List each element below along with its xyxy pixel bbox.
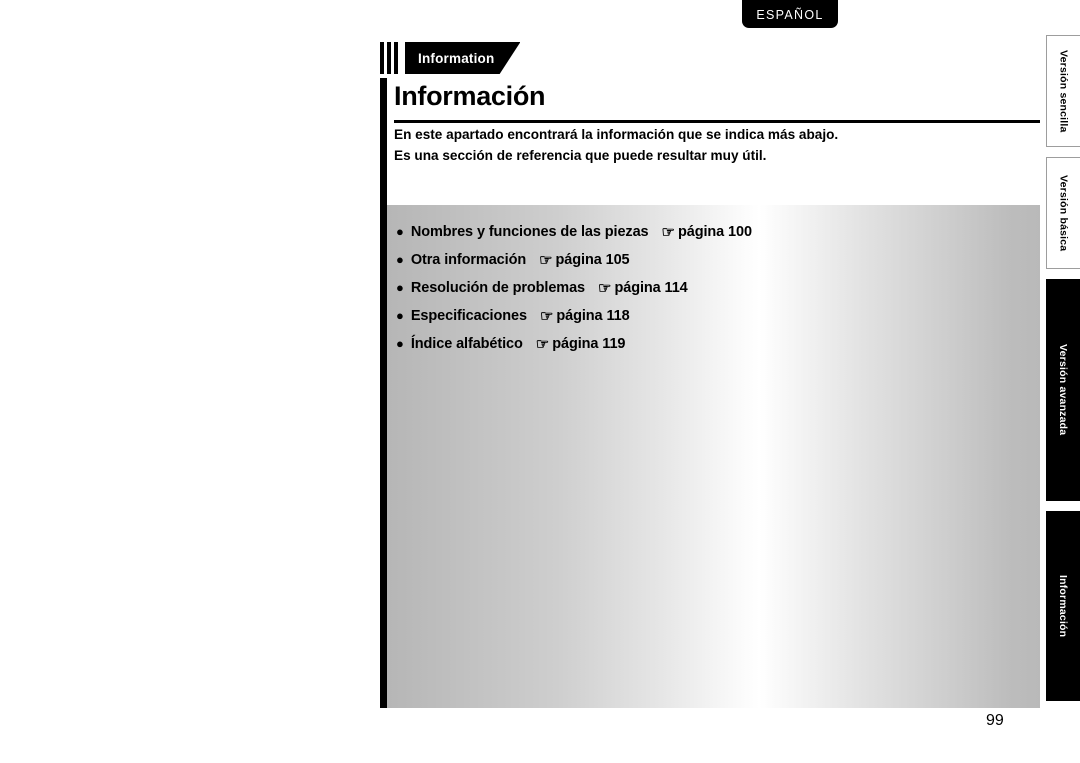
bullet-icon: ● — [396, 252, 404, 267]
contents-item-reference: página 100 — [677, 224, 752, 240]
pointing-hand-icon: ☞ — [598, 280, 612, 297]
contents-item[interactable]: ● Índice alfabético ☞ página 119 — [396, 334, 1040, 362]
contents-item-reference: página 105 — [555, 252, 630, 268]
bullet-icon: ● — [396, 336, 404, 351]
side-tab-label: Versión sencilla — [1057, 49, 1070, 133]
pointing-hand-icon: ☞ — [661, 224, 675, 241]
side-tab-label: Información — [1057, 574, 1069, 638]
contents-item-label: Otra información — [410, 252, 527, 268]
title-underline — [394, 120, 1040, 123]
intro-line-1: En este apartado encontrará la informaci… — [394, 127, 839, 142]
contents-item[interactable]: ● Especificaciones ☞ página 118 — [396, 306, 1040, 334]
contents-item-label: Nombres y funciones de las piezas — [410, 224, 649, 240]
section-tab-stripe-1 — [380, 42, 384, 74]
contents-item-label: Especificaciones — [410, 308, 527, 324]
side-tab-label: Versión avanzada — [1057, 344, 1069, 436]
contents-item-reference: página 114 — [614, 280, 688, 296]
contents-item[interactable]: ● Resolución de problemas ☞ página 114 — [396, 278, 1040, 306]
section-tab-label: Information — [405, 42, 521, 74]
section-tab-stripe-2 — [387, 42, 391, 74]
contents-item-reference: página 118 — [556, 308, 630, 324]
side-tab-label: Versión básica — [1057, 174, 1070, 252]
contents-list: ● Nombres y funciones de las piezas ☞ págin… — [396, 222, 1040, 362]
bullet-icon: ● — [396, 308, 404, 323]
section-tab: Information — [380, 42, 521, 74]
language-badge-label: ESPAÑOL — [756, 8, 824, 22]
pointing-hand-icon: ☞ — [539, 308, 554, 325]
contents-panel: ● Nombres y funciones de las piezas ☞ págin… — [387, 205, 1040, 708]
left-vertical-rule — [380, 78, 387, 708]
side-tab[interactable]: Versión básica — [1046, 157, 1080, 269]
side-tab[interactable]: Versión sencilla — [1046, 35, 1080, 147]
contents-item[interactable]: ● Otra información ☞ página 105 — [396, 250, 1040, 278]
bullet-icon: ● — [396, 280, 404, 295]
page-number: 99 — [986, 712, 1004, 729]
bullet-icon: ● — [396, 224, 404, 239]
pointing-hand-icon: ☞ — [535, 336, 550, 353]
side-tab[interactable]: Información — [1046, 511, 1080, 701]
contents-item-reference: página 119 — [552, 336, 626, 352]
contents-item-label: Índice alfabético — [410, 336, 523, 352]
intro-line-2: Es una sección de referencia que puede r… — [394, 148, 767, 163]
side-tab-strip: Versión sencilla Versión básica Versión av… — [1046, 0, 1080, 763]
section-tab-stripe-3 — [394, 42, 398, 74]
intro-paragraph: En este apartado encontrará la informaci… — [394, 124, 1034, 166]
contents-item[interactable]: ● Nombres y funciones de las piezas ☞ págin… — [396, 222, 1040, 250]
language-badge: ESPAÑOL — [742, 0, 838, 28]
contents-item-label: Resolución de problemas — [410, 280, 586, 296]
pointing-hand-icon: ☞ — [539, 252, 553, 269]
page-title: Información — [394, 81, 546, 111]
side-tab[interactable]: Versión avanzada — [1046, 279, 1080, 501]
